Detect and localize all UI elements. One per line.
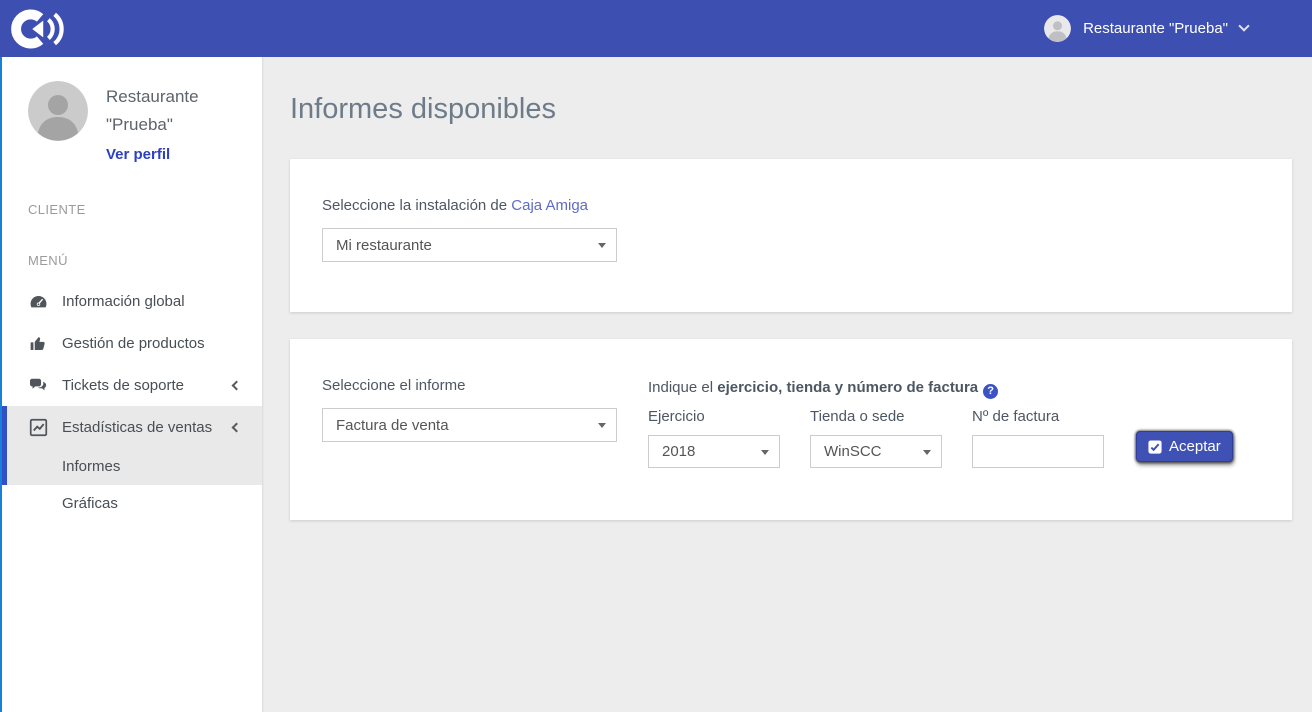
report-select-column: Seleccione el informe Factura de venta [322, 377, 648, 468]
main-content: Informes disponibles Seleccione la insta… [262, 57, 1312, 712]
report-label: Seleccione el informe [322, 377, 648, 394]
caret-down-icon [761, 450, 769, 455]
installation-select-value: Mi restaurante [336, 237, 432, 254]
accept-button-label: Aceptar [1169, 438, 1221, 455]
speaker-logo-icon [10, 4, 66, 54]
sidebar-item-label: Información global [62, 293, 185, 310]
sidebar-item-gestion-productos[interactable]: Gestión de productos [2, 322, 262, 364]
user-name: Restaurante "Prueba" [1083, 20, 1228, 37]
sidebar-item-label: Estadísticas de ventas [62, 419, 212, 436]
view-profile-link[interactable]: Ver perfil [106, 146, 170, 163]
sidebar-subitem-informes[interactable]: Informes [7, 448, 262, 485]
profile-info: Restaurante "Prueba" Ver perfil [106, 81, 199, 164]
sidebar-subitem-graficas[interactable]: Gráficas [2, 485, 262, 522]
section-label-cliente: CLIENTE [2, 202, 262, 217]
report-select[interactable]: Factura de venta [322, 408, 617, 442]
chart-line-icon [28, 418, 48, 437]
profile-name-line2: "Prueba" [106, 111, 199, 139]
ejercicio-select[interactable]: 2018 [648, 435, 780, 468]
tachometer-icon [28, 292, 48, 311]
check-square-icon [1148, 440, 1162, 454]
factura-label: Nº de factura [972, 408, 1104, 425]
chevron-left-icon [232, 422, 242, 432]
page-title: Informes disponibles [290, 93, 1292, 126]
invoice-form-column: Indique el ejercicio, tienda y número de… [648, 377, 1260, 468]
invoice-number-input[interactable] [972, 435, 1104, 468]
report-card: Seleccione el informe Factura de venta I… [290, 339, 1292, 520]
comments-icon [28, 377, 48, 394]
person-icon [28, 81, 88, 141]
tienda-label: Tienda o sede [810, 408, 942, 425]
installation-card: Seleccione la instalación de Caja Amiga … [290, 159, 1292, 312]
caret-down-icon [598, 243, 606, 248]
invoice-intro-bold: ejercicio, tienda y número de factura [717, 379, 978, 396]
ejercicio-field: Ejercicio 2018 [648, 408, 780, 468]
installation-select[interactable]: Mi restaurante [322, 228, 617, 262]
installation-label-text: Seleccione la instalación de [322, 197, 511, 214]
tienda-field: Tienda o sede WinSCC [810, 408, 942, 468]
caret-down-icon [598, 423, 606, 428]
ejercicio-label: Ejercicio [648, 408, 780, 425]
tienda-select[interactable]: WinSCC [810, 435, 942, 468]
thumbs-up-icon [28, 334, 48, 352]
person-icon [1044, 15, 1071, 42]
tienda-select-value: WinSCC [824, 443, 882, 460]
sidebar-item-informacion-global[interactable]: Información global [2, 280, 262, 322]
invoice-fields-row: Ejercicio 2018 Tienda o sede WinSCC Nº d… [648, 408, 1260, 468]
sidebar-menu: Información global Gestión de productos … [2, 280, 262, 522]
chevron-left-icon [232, 380, 242, 390]
sidebar-item-tickets-soporte[interactable]: Tickets de soporte [2, 364, 262, 406]
profile-card: Restaurante "Prueba" Ver perfil [2, 57, 262, 172]
caret-down-icon [923, 450, 931, 455]
profile-name-line1: Restaurante [106, 83, 199, 111]
invoice-intro-normal: Indique el [648, 379, 717, 396]
sidebar-item-label: Gestión de productos [62, 335, 205, 352]
accept-button[interactable]: Aceptar [1136, 431, 1233, 462]
sidebar-subitem-label: Gráficas [62, 495, 118, 512]
factura-field: Nº de factura [972, 408, 1104, 468]
sidebar-item-label: Tickets de soporte [62, 377, 184, 394]
user-avatar [1044, 15, 1071, 42]
question-circle-icon[interactable] [983, 384, 998, 399]
sidebar-item-estadisticas-ventas[interactable]: Estadísticas de ventas [7, 406, 262, 448]
active-menu-group: Estadísticas de ventas Informes [2, 406, 262, 485]
caja-amiga-link[interactable]: Caja Amiga [511, 197, 588, 214]
report-select-value: Factura de venta [336, 417, 449, 434]
invoice-intro: Indique el ejercicio, tienda y número de… [648, 379, 1260, 399]
ejercicio-select-value: 2018 [662, 443, 695, 460]
user-menu[interactable]: Restaurante "Prueba" [1044, 15, 1248, 42]
sidebar-subitem-label: Informes [62, 458, 120, 475]
profile-avatar [28, 81, 88, 141]
topbar: Restaurante "Prueba" [0, 0, 1312, 57]
installation-label: Seleccione la instalación de Caja Amiga [322, 197, 1260, 214]
chevron-down-icon [1238, 20, 1249, 31]
caja-amiga-logo [10, 4, 66, 54]
section-label-menu: MENÚ [2, 253, 262, 268]
sidebar: Restaurante "Prueba" Ver perfil CLIENTE … [0, 57, 262, 712]
